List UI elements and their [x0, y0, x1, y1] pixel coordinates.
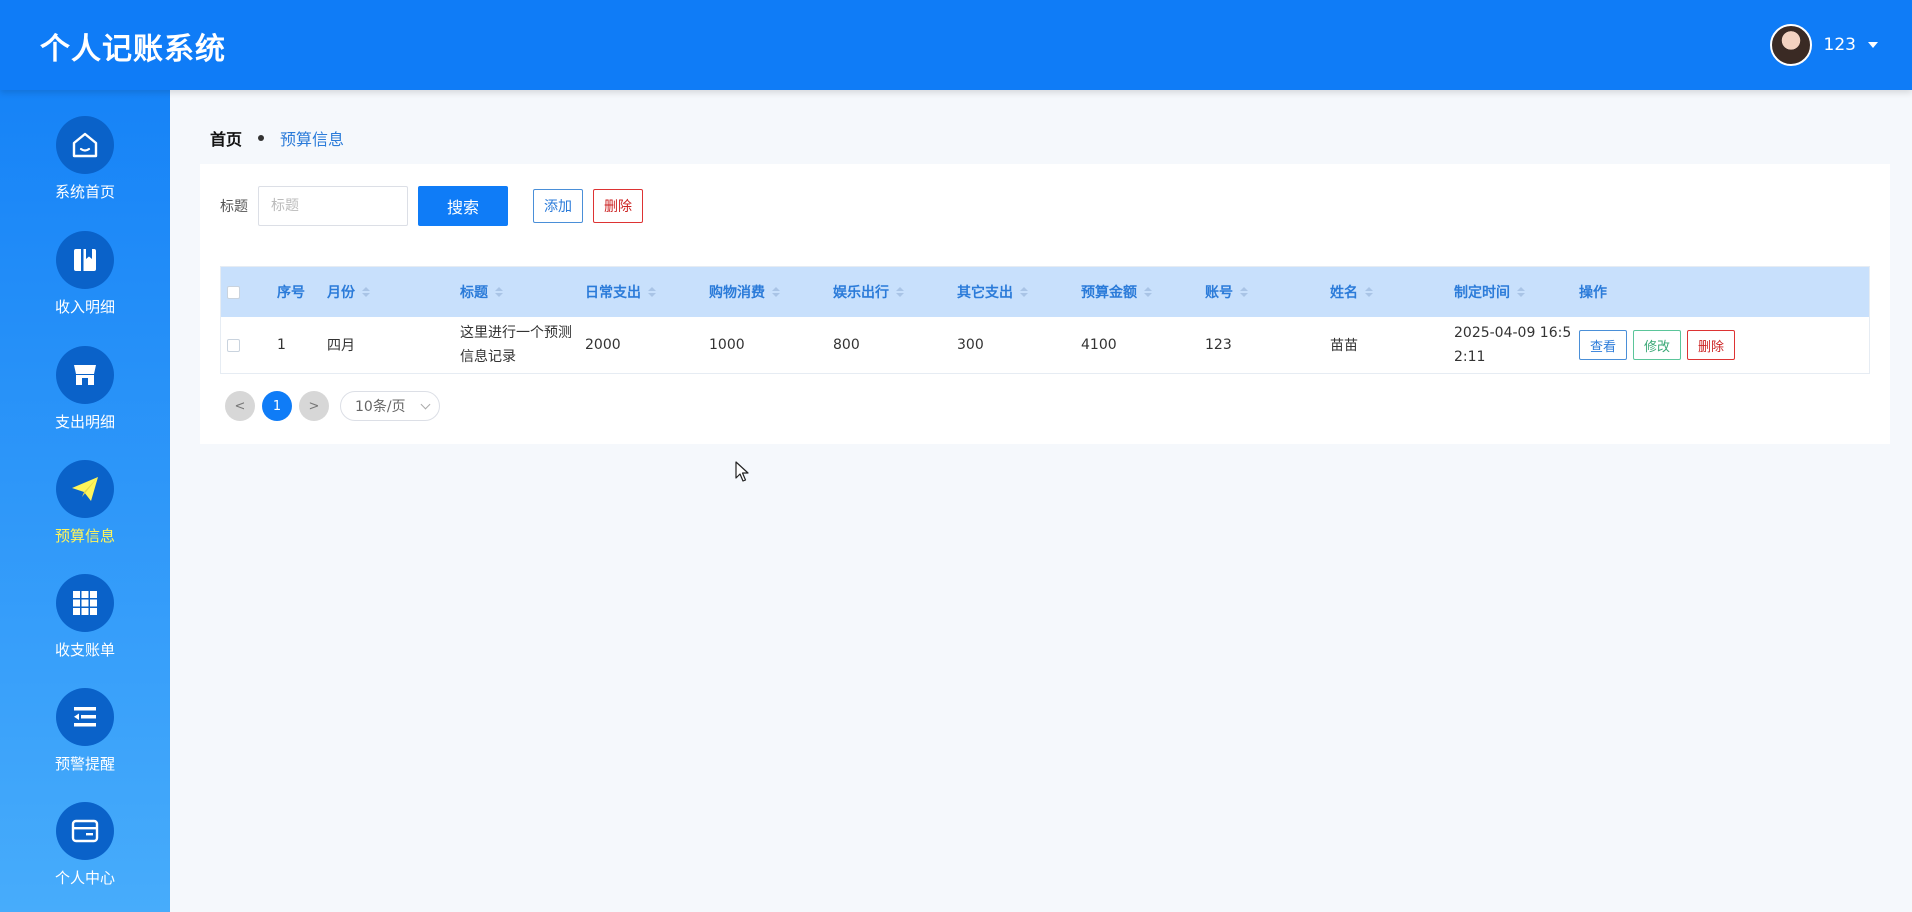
store-icon	[56, 346, 114, 404]
sort-icon[interactable]	[495, 287, 503, 297]
mouse-cursor-icon	[735, 461, 749, 482]
column-header-label: 姓名	[1330, 285, 1358, 301]
row-delete-button[interactable]: 删除	[1687, 330, 1736, 360]
column-header-sortable[interactable]: 购物消费	[709, 282, 833, 302]
sidebar: 系统首页 收入明细 支出明细 预算信息 收支账单 预警提醒 个人中心	[0, 90, 170, 912]
column-header-label: 标题	[460, 285, 488, 301]
column-header-sortable[interactable]: 标题	[460, 282, 585, 302]
column-header-sortable[interactable]: 日常支出	[585, 282, 709, 302]
sidebar-item-label: 收支账单	[54, 641, 115, 659]
cell-title: 这里进行一个预测信息记录	[460, 325, 572, 365]
cell-actions: 查看 修改 删除	[1579, 330, 1779, 360]
content-panel: 标题 搜索 添加 删除 序号 月份 标题 日常支出 购物消费 娱乐出行 其它支出…	[200, 164, 1890, 444]
edit-button[interactable]: 修改	[1633, 330, 1682, 360]
sidebar-item-label: 预算信息	[54, 527, 115, 545]
sidebar-item-bills[interactable]: 收支账单	[0, 574, 170, 674]
paper-plane-icon	[56, 460, 114, 518]
column-header-sortable[interactable]: 姓名	[1330, 282, 1454, 302]
next-page-button[interactable]: >	[299, 391, 329, 421]
column-header-label: 账号	[1205, 285, 1233, 301]
sidebar-item-label: 系统首页	[54, 183, 115, 201]
search-button[interactable]: 搜索	[418, 186, 508, 226]
column-header-sortable[interactable]: 预算金额	[1081, 282, 1205, 302]
cell-account: 123	[1205, 337, 1232, 353]
row-checkbox[interactable]	[227, 338, 240, 352]
search-label: 标题	[220, 199, 248, 215]
column-header-sortable[interactable]: 账号	[1205, 282, 1330, 302]
prev-page-button[interactable]: <	[225, 391, 255, 421]
sort-icon[interactable]	[1517, 287, 1525, 297]
sort-icon[interactable]	[1020, 287, 1028, 297]
cell-name: 苗苗	[1330, 338, 1358, 354]
sort-icon[interactable]	[772, 287, 780, 297]
table-row: 1 四月 这里进行一个预测信息记录 2000 1000 800 300 4100…	[221, 317, 1869, 373]
user-name[interactable]: 123	[1824, 35, 1856, 55]
column-header-sortable[interactable]: 月份	[327, 282, 460, 302]
column-header: 操作	[1579, 285, 1607, 301]
column-header-label: 日常支出	[585, 285, 641, 301]
cell-entertainment: 800	[833, 337, 860, 353]
cell-created: 2025-04-09 16:52:11	[1454, 325, 1572, 365]
cell-shopping: 1000	[709, 337, 745, 353]
search-bar: 标题 搜索 添加 删除	[220, 186, 643, 226]
sidebar-item-label: 预警提醒	[54, 755, 115, 773]
column-header-label: 月份	[327, 285, 355, 301]
breadcrumb: 首页 预算信息	[210, 126, 344, 150]
column-header-label: 预算金额	[1081, 285, 1137, 301]
column-header-sortable[interactable]: 制定时间	[1454, 282, 1579, 302]
breadcrumb-home[interactable]: 首页	[210, 126, 242, 150]
home-icon	[56, 116, 114, 174]
book-icon	[56, 231, 114, 289]
cell-budget: 4100	[1081, 337, 1117, 353]
top-header: 个人记账系统 123	[0, 0, 1912, 90]
breadcrumb-separator	[258, 135, 265, 141]
sidebar-item-label: 个人中心	[54, 869, 115, 887]
sidebar-item-budget[interactable]: 预算信息	[0, 460, 170, 560]
sidebar-item-income[interactable]: 收入明细	[0, 231, 170, 331]
delete-button[interactable]: 删除	[593, 189, 643, 223]
page-number[interactable]: 1	[262, 391, 292, 421]
table-header: 序号 月份 标题 日常支出 购物消费 娱乐出行 其它支出 预算金额 账号 姓名 …	[221, 267, 1869, 317]
avatar[interactable]	[1769, 24, 1812, 66]
page-size-select[interactable]: 10条/页	[340, 391, 440, 421]
sidebar-item-expense[interactable]: 支出明细	[0, 346, 170, 446]
cell-daily: 2000	[585, 337, 621, 353]
sidebar-item-label: 收入明细	[54, 298, 115, 316]
pagination: < 1 > 10条/页	[225, 391, 440, 421]
sort-icon[interactable]	[896, 287, 904, 297]
user-menu[interactable]: 123	[1769, 24, 1878, 66]
sidebar-item-alerts[interactable]: 预警提醒	[0, 688, 170, 788]
sort-icon[interactable]	[362, 287, 370, 297]
sidebar-item-profile[interactable]: 个人中心	[0, 802, 170, 902]
column-header-label: 其它支出	[957, 285, 1013, 301]
column-header-label: 制定时间	[1454, 285, 1510, 301]
app-title: 个人记账系统	[40, 32, 226, 67]
chevron-down-icon	[420, 399, 431, 410]
column-header-sortable[interactable]: 其它支出	[957, 282, 1081, 302]
column-header-label: 娱乐出行	[833, 285, 889, 301]
card-icon	[56, 802, 114, 860]
list-icon	[56, 688, 114, 746]
cell-index: 1	[277, 337, 286, 353]
breadcrumb-current: 预算信息	[280, 130, 345, 149]
cell-month: 四月	[327, 338, 355, 354]
page-size-value: 10条/页	[355, 399, 406, 415]
grid-icon	[56, 574, 114, 632]
sidebar-item-home[interactable]: 系统首页	[0, 116, 170, 216]
add-button[interactable]: 添加	[533, 189, 583, 223]
column-header: 序号	[277, 285, 305, 301]
sort-icon[interactable]	[1365, 287, 1373, 297]
sort-icon[interactable]	[1144, 287, 1152, 297]
sort-icon[interactable]	[1240, 287, 1248, 297]
sort-icon[interactable]	[648, 287, 656, 297]
select-all-checkbox[interactable]	[227, 285, 240, 299]
cell-other: 300	[957, 337, 984, 353]
column-header-sortable[interactable]: 娱乐出行	[833, 282, 957, 302]
search-input[interactable]	[258, 186, 408, 226]
sidebar-item-label: 支出明细	[54, 413, 115, 431]
budget-table: 序号 月份 标题 日常支出 购物消费 娱乐出行 其它支出 预算金额 账号 姓名 …	[220, 266, 1870, 374]
caret-down-icon[interactable]	[1868, 42, 1878, 48]
view-button[interactable]: 查看	[1579, 330, 1628, 360]
column-header-label: 购物消费	[709, 285, 765, 301]
